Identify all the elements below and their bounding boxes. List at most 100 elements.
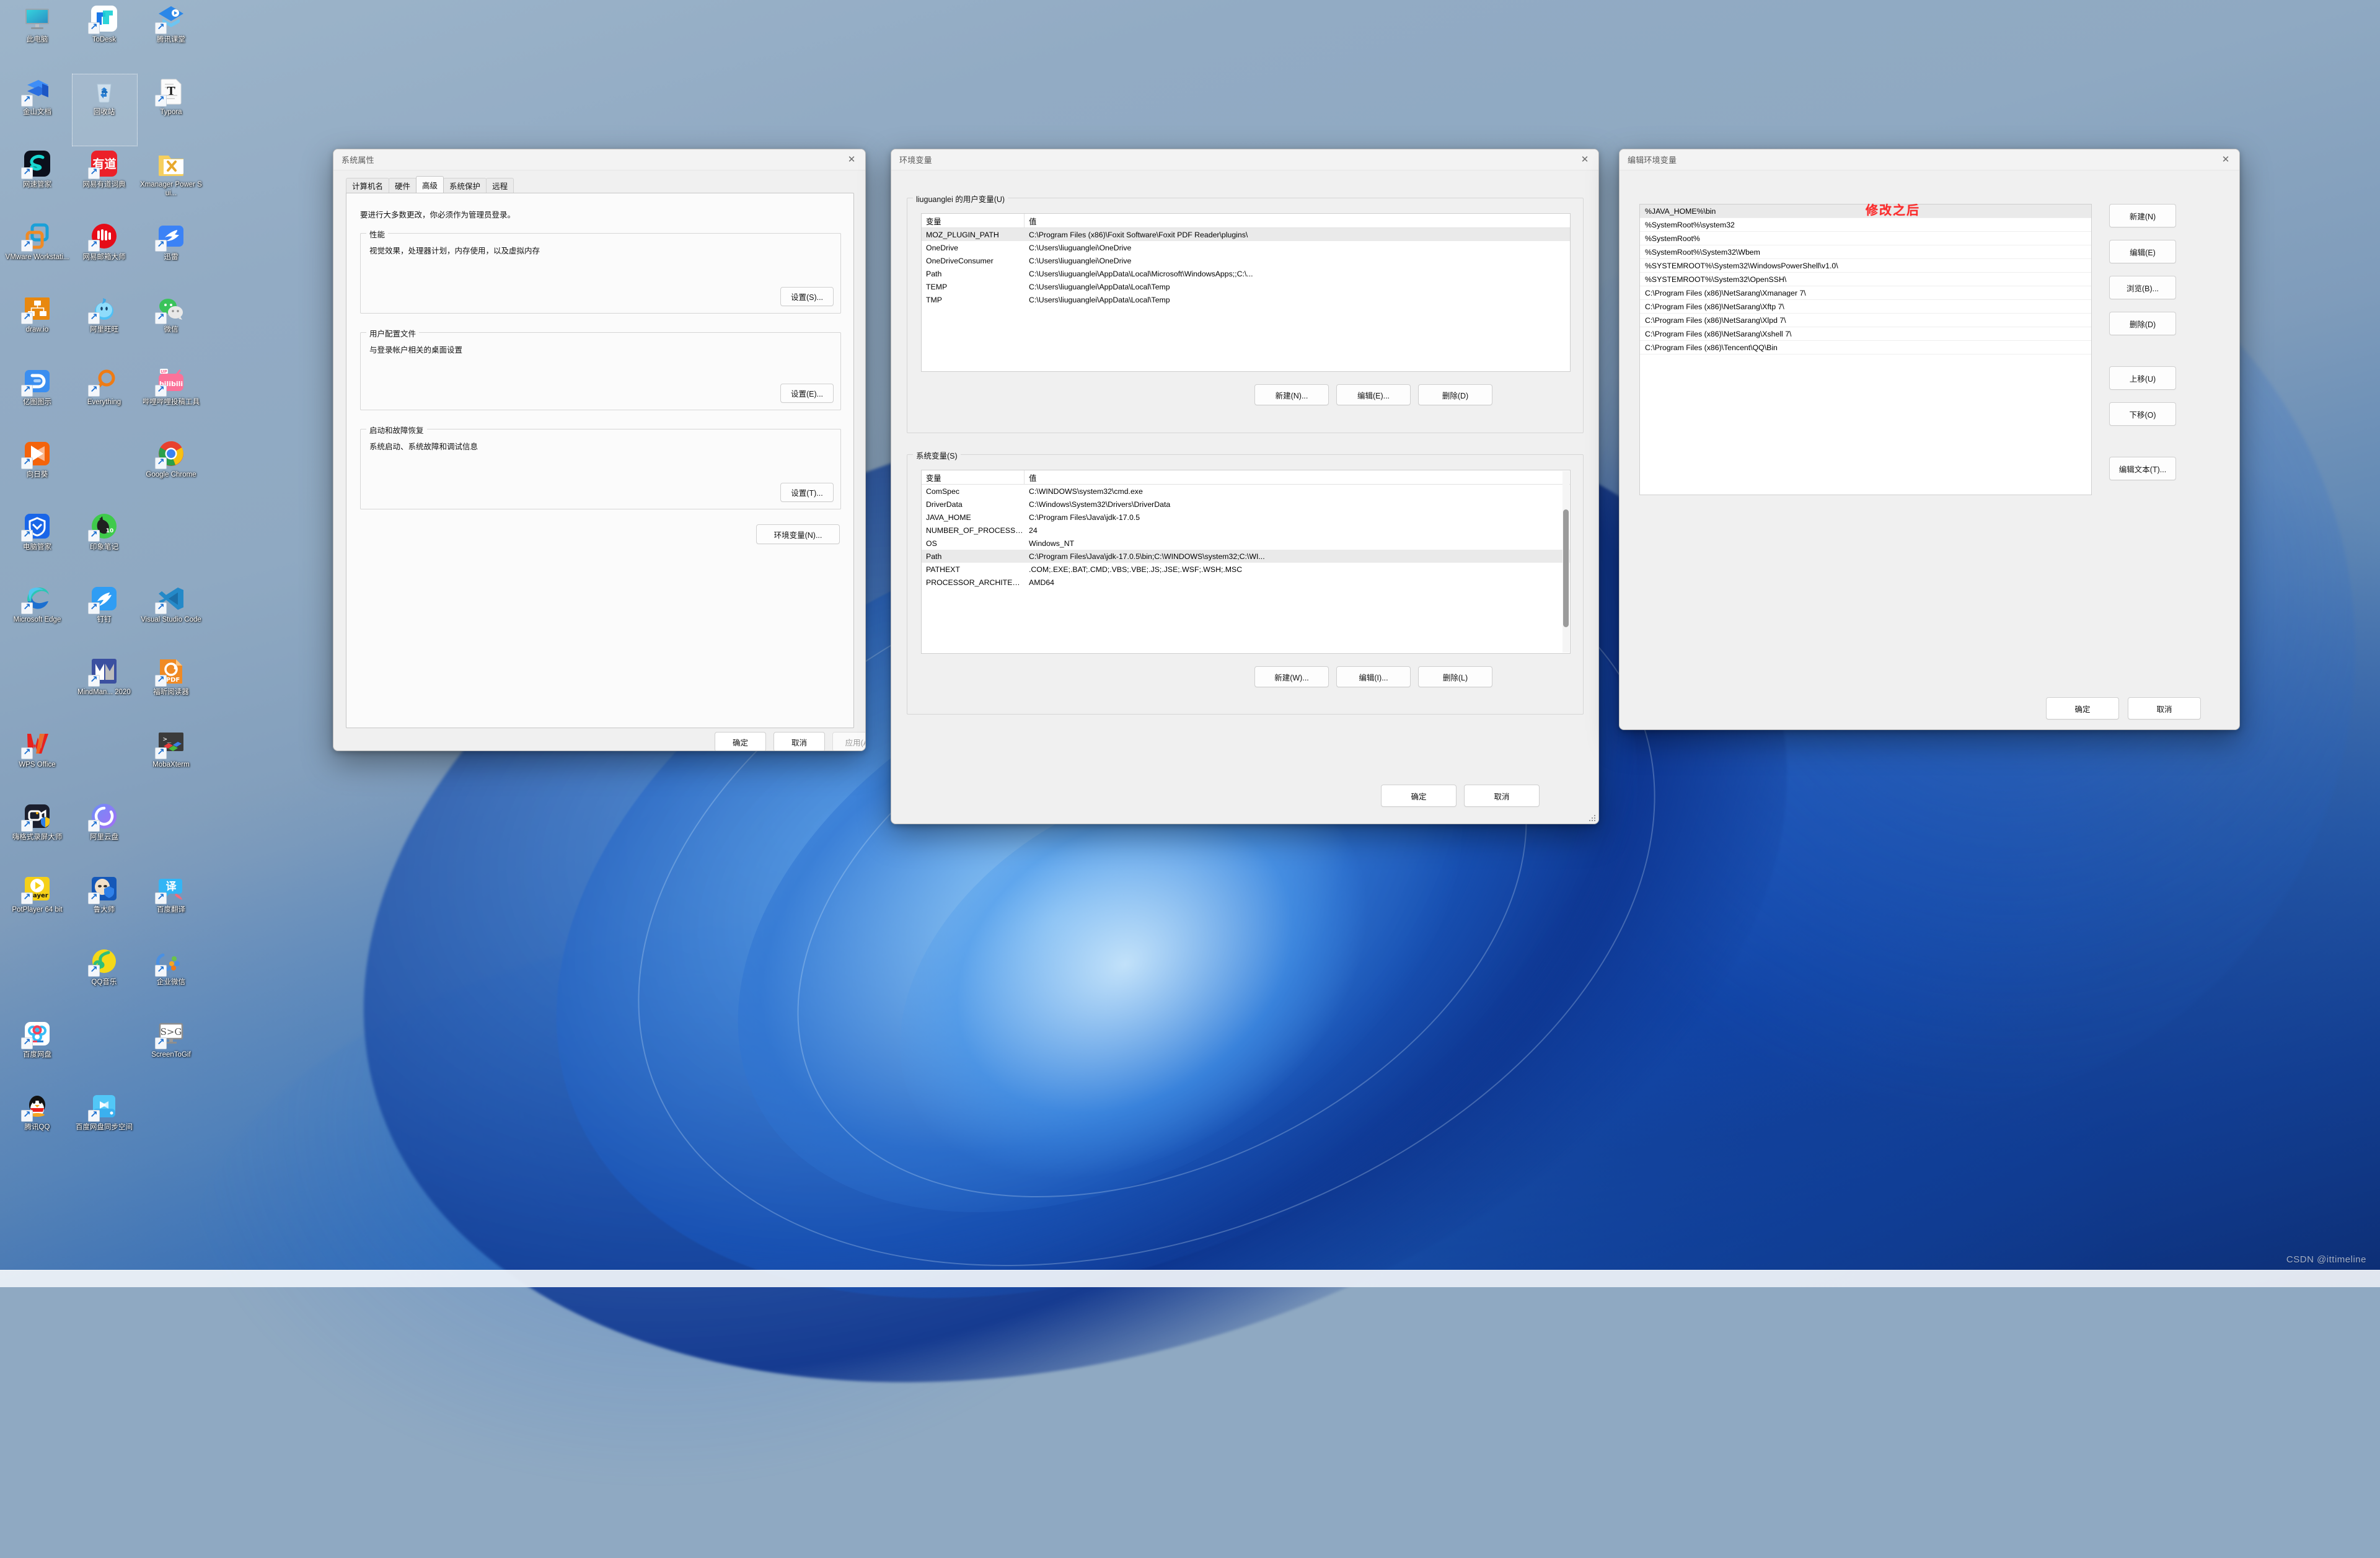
list-item[interactable]: %SystemRoot%\System32\Wbem — [1640, 245, 2091, 259]
desktop-icon-potplayer[interactable]: Player PotPlayer 64 bit — [4, 871, 71, 944]
desktop-icon-thunder[interactable]: 迅雷 — [138, 219, 205, 291]
desktop-icon-netspeed-manager[interactable]: 网速管家 — [4, 146, 71, 219]
sysprops-cancel-button[interactable]: 取消 — [774, 732, 825, 750]
desktop-icon-ludashi[interactable]: 鲁大师 — [71, 871, 138, 944]
envvars-ok-button[interactable]: 确定 — [1381, 785, 1457, 807]
startup-recovery-settings-button[interactable]: 设置(T)... — [780, 483, 834, 502]
column-header[interactable]: 值 — [1025, 470, 1570, 484]
system-properties-titlebar[interactable]: 系统属性 ✕ — [333, 149, 865, 170]
desktop-icon-baidu-netdisk[interactable]: 百度网盘 — [4, 1016, 71, 1089]
desktop-icon-tencent-qq[interactable]: 腾讯QQ — [4, 1089, 71, 1161]
system-edit-button[interactable]: 编辑(I)... — [1336, 666, 1411, 687]
sysprops-ok-button[interactable]: 确定 — [715, 732, 766, 750]
performance-settings-button[interactable]: 设置(S)... — [780, 287, 834, 306]
desktop-icon-mindmanager[interactable]: MindMan... 2020 — [71, 654, 138, 726]
tab-0[interactable]: 计算机名 — [346, 178, 390, 193]
desktop-icon-baidu-translate[interactable]: 译百度翻译 — [138, 871, 205, 944]
desktop-icon-foxit-reader[interactable]: PDF 福昕阅读器 — [138, 654, 205, 726]
close-icon[interactable]: ✕ — [838, 149, 865, 170]
desktop-icon-edraw[interactable]: 亿图图示 — [4, 364, 71, 436]
column-header[interactable]: 值 — [1025, 214, 1570, 227]
desktop-icon-dingtalk[interactable]: 钉钉 — [71, 581, 138, 654]
table-row[interactable]: Path C:\Users\liuguanglei\AppData\Local\M… — [922, 267, 1570, 280]
table-row[interactable]: OneDriveConsumer C:\Users\liuguanglei\One… — [922, 254, 1570, 267]
close-icon[interactable]: ✕ — [2212, 149, 2239, 170]
desktop-icon-todesk[interactable]: ToDesk — [71, 1, 138, 74]
desktop-icon-typora[interactable]: T Typora — [138, 74, 205, 146]
tab-2[interactable]: 高级 — [416, 176, 444, 193]
table-row[interactable]: OS Windows_NT — [922, 537, 1570, 550]
delete-button[interactable]: 删除(D) — [2109, 312, 2176, 335]
desktop-icon-aliyun-drive[interactable]: 阿里云盘 — [71, 799, 138, 871]
list-item[interactable]: C:\Program Files (x86)\NetSarang\Xftp 7\ — [1640, 300, 2091, 314]
desktop-icon-wechat[interactable]: 微信 — [138, 291, 205, 364]
desktop-icon-vscode[interactable]: Visual Studio Code — [138, 581, 205, 654]
desktop-icon-this-pc[interactable]: 此电脑 — [4, 1, 71, 74]
desktop-icon-vmware[interactable]: VMware Workstati... — [4, 219, 71, 291]
user-edit-button[interactable]: 编辑(E)... — [1336, 384, 1411, 405]
edit-text-button[interactable]: 编辑文本(T)... — [2109, 457, 2176, 480]
list-item[interactable]: %SYSTEMROOT%\System32\OpenSSH\ — [1640, 273, 2091, 286]
desktop-icon-netease-mail[interactable]: 网易邮箱大师 — [71, 219, 138, 291]
move-up-button[interactable]: 上移(U) — [2109, 366, 2176, 390]
desktop-icon-wecom[interactable]: 企业微信 — [138, 944, 205, 1016]
table-row[interactable]: OneDrive C:\Users\liuguanglei\OneDrive — [922, 241, 1570, 254]
environment-variables-button[interactable]: 环境变量(N)... — [756, 524, 840, 544]
edit-env-titlebar[interactable]: 编辑环境变量 ✕ — [1620, 149, 2239, 170]
list-item[interactable]: C:\Program Files (x86)\NetSarang\Xmanage… — [1640, 286, 2091, 300]
browse-button[interactable]: 浏览(B)... — [2109, 276, 2176, 299]
system-variables-scrollbar[interactable] — [1562, 471, 1569, 653]
list-item[interactable]: C:\Program Files (x86)\Tencent\QQ\Bin — [1640, 341, 2091, 354]
tab-3[interactable]: 系统保护 — [443, 178, 487, 193]
user-delete-button[interactable]: 删除(D) — [1418, 384, 1492, 405]
table-row[interactable]: NUMBER_OF_PROCESSORS 24 — [922, 524, 1570, 537]
envvars-cancel-button[interactable]: 取消 — [1464, 785, 1540, 807]
desktop-icon-everything[interactable]: Everything — [71, 364, 138, 436]
system-new-button[interactable]: 新建(W)... — [1254, 666, 1329, 687]
desktop-icon-bilibili-upload[interactable]: UPbilibili哔哩哔哩投稿工具 — [138, 364, 205, 436]
desktop-icon-mobaxterm[interactable]: >_ MobaXterm — [138, 726, 205, 799]
list-item[interactable]: %SystemRoot% — [1640, 232, 2091, 245]
desktop-icon-xmanager[interactable]: Xmanager Power Sui... — [138, 146, 205, 219]
list-item[interactable]: %SystemRoot%\system32 — [1640, 218, 2091, 232]
edit-button[interactable]: 编辑(E) — [2109, 240, 2176, 263]
desktop-icon-qq-music[interactable]: QQ音乐 — [71, 944, 138, 1016]
desktop-icon-drawio[interactable]: draw.io — [4, 291, 71, 364]
system-variables-list[interactable]: 变量值 ComSpec C:\WINDOWS\system32\cmd.exe Dr… — [921, 470, 1571, 654]
desktop-icon-wps-office[interactable]: WPS Office — [4, 726, 71, 799]
tab-4[interactable]: 远程 — [486, 178, 514, 193]
desktop-icon-tencent-classroom[interactable]: 腾讯课堂 — [138, 1, 205, 74]
desktop-icon-higeshi-recorder[interactable]: 嗨格式录屏大师 — [4, 799, 71, 871]
desktop-icon-youdao-dict[interactable]: 有道网易有道词典 — [71, 146, 138, 219]
table-row[interactable]: Path C:\Program Files\Java\jdk-17.0.5\bin… — [922, 550, 1570, 563]
desktop-icon-screentogif[interactable]: S>G ScreenToGif — [138, 1016, 205, 1089]
table-row[interactable]: DriverData C:\Windows\System32\Drivers\Dr… — [922, 498, 1570, 511]
list-item[interactable]: C:\Program Files (x86)\NetSarang\Xshell … — [1640, 327, 2091, 341]
edit-env-cancel-button[interactable]: 取消 — [2128, 697, 2201, 720]
user-variables-list[interactable]: 变量值 MOZ_PLUGIN_PATH C:\Program Files (x86)… — [921, 213, 1571, 372]
table-row[interactable]: TEMP C:\Users\liuguanglei\AppData\Local\T… — [922, 280, 1570, 293]
table-row[interactable]: ComSpec C:\WINDOWS\system32\cmd.exe — [922, 485, 1570, 498]
close-icon[interactable]: ✕ — [1571, 149, 1598, 170]
move-down-button[interactable]: 下移(O) — [2109, 402, 2176, 426]
column-header[interactable]: 变量 — [922, 214, 1025, 227]
desktop-icon-recycle-bin[interactable]: 回收站 — [71, 74, 138, 146]
path-entries-list[interactable]: %JAVA_HOME%\bin %SystemRoot%\system32 %Sys… — [1639, 204, 2092, 495]
column-header[interactable]: 变量 — [922, 470, 1025, 484]
resize-grip[interactable] — [1589, 814, 1596, 822]
user-profiles-settings-button[interactable]: 设置(E)... — [780, 384, 834, 403]
desktop-icon-chrome[interactable]: Google Chrome — [138, 436, 205, 509]
desktop-icon-pc-manager[interactable]: 电脑管家 — [4, 509, 71, 581]
tab-1[interactable]: 硬件 — [389, 178, 417, 193]
table-row[interactable]: JAVA_HOME C:\Program Files\Java\jdk-17.0.… — [922, 511, 1570, 524]
desktop-icon-edge[interactable]: Microsoft Edge — [4, 581, 71, 654]
table-row[interactable]: PATHEXT .COM;.EXE;.BAT;.CMD;.VBS;.VBE;.JS… — [922, 563, 1570, 576]
taskbar[interactable] — [0, 1270, 2380, 1287]
system-delete-button[interactable]: 删除(L) — [1418, 666, 1492, 687]
table-row[interactable]: TMP C:\Users\liuguanglei\AppData\Local\Te… — [922, 293, 1570, 306]
desktop-icon-aliwangwang[interactable]: 阿里旺旺 — [71, 291, 138, 364]
list-item[interactable]: C:\Program Files (x86)\NetSarang\Xlpd 7\ — [1640, 314, 2091, 327]
user-new-button[interactable]: 新建(N)... — [1254, 384, 1329, 405]
desktop-icon-kingsoft-docs[interactable]: 金山文档 — [4, 74, 71, 146]
desktop-icon-baidu-netdisk-sync[interactable]: 百度网盘同步空间 — [71, 1089, 138, 1161]
